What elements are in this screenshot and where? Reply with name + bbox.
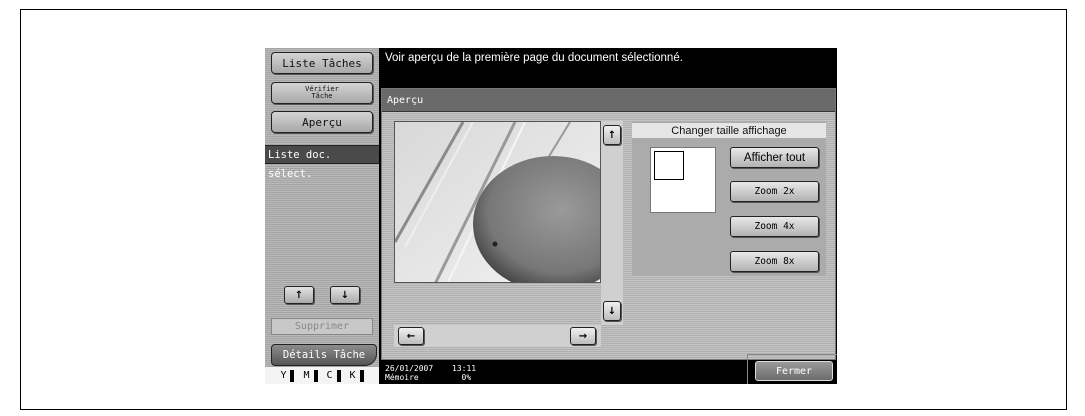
toner-k-bar	[359, 369, 364, 382]
device-screen: Liste Tâches Vérifier Tâche Aperçu Liste…	[265, 48, 837, 384]
arrow-up-icon: ↑	[607, 129, 617, 141]
verifier-tache-button[interactable]: Vérifier Tâche	[271, 82, 373, 104]
preview-image	[394, 121, 601, 283]
scroll-down-button[interactable]: ↓	[603, 301, 621, 321]
details-tache-button[interactable]: Détails Tâche	[271, 344, 377, 366]
list-up-button[interactable]: ↑	[284, 286, 314, 304]
apercu-button[interactable]: Aperçu	[271, 111, 373, 133]
dialog-title: Aperçu	[382, 89, 835, 112]
toner-y-bar	[290, 369, 295, 382]
status-date: 26/01/2007	[385, 364, 434, 373]
fermer-button[interactable]: Fermer	[755, 361, 833, 381]
memory-label: Mémoire	[385, 373, 419, 382]
arrow-left-icon: ←	[406, 330, 416, 342]
memory-value: 0%	[461, 373, 472, 382]
status-time: 13:11	[452, 364, 477, 373]
display-size-panel: Changer taille affichage Afficher tout Z…	[632, 121, 826, 276]
zoom-area-selector[interactable]	[654, 151, 684, 180]
arrow-up-icon: ↑	[294, 289, 304, 301]
toner-c-bar	[336, 369, 341, 382]
liste-taches-button[interactable]: Liste Tâches	[271, 52, 373, 74]
toner-k-label: K	[349, 370, 356, 381]
instruction-message: Voir aperçu de la première page du docum…	[385, 52, 683, 64]
toner-levels: Y M C K	[265, 367, 379, 384]
scroll-left-button[interactable]: ←	[398, 327, 424, 345]
display-size-title: Changer taille affichage	[632, 123, 826, 138]
scroll-right-button[interactable]: →	[570, 327, 596, 345]
status-bar: 26/01/2007 13:11 Mémoire 0%	[385, 364, 476, 382]
list-down-button[interactable]: ↓	[330, 286, 360, 304]
afficher-tout-button[interactable]: Afficher tout	[730, 147, 819, 168]
toner-c-label: C	[326, 370, 333, 381]
orange-photo	[395, 122, 600, 282]
tache-label: Tâche	[311, 92, 333, 100]
horizontal-scrollbar[interactable]: ← →	[394, 325, 601, 347]
arrow-down-icon: ↓	[340, 289, 350, 301]
zoom-2x-button[interactable]: Zoom 2x	[730, 181, 819, 202]
toner-m-label: M	[303, 370, 310, 381]
zoom-4x-button[interactable]: Zoom 4x	[730, 216, 819, 237]
apercu-dialog: Aperçu ↑ ↓ ← → Changer taille affichage …	[381, 88, 836, 360]
zoom-8x-button[interactable]: Zoom 8x	[730, 251, 819, 272]
scroll-up-button[interactable]: ↑	[603, 125, 621, 145]
left-panel: Liste Tâches Vérifier Tâche Aperçu Liste…	[265, 48, 379, 384]
supprimer-button[interactable]: Supprimer	[271, 318, 373, 335]
liste-doc-selection-tab[interactable]: Liste doc. sélect.	[265, 145, 379, 180]
toner-y-label: Y	[280, 370, 287, 381]
toner-m-bar	[313, 369, 318, 382]
vertical-scrollbar[interactable]: ↑ ↓	[601, 121, 623, 325]
zoom-area-thumbnail[interactable]	[650, 147, 716, 213]
arrow-right-icon: →	[578, 330, 588, 342]
arrow-down-icon: ↓	[607, 305, 617, 317]
